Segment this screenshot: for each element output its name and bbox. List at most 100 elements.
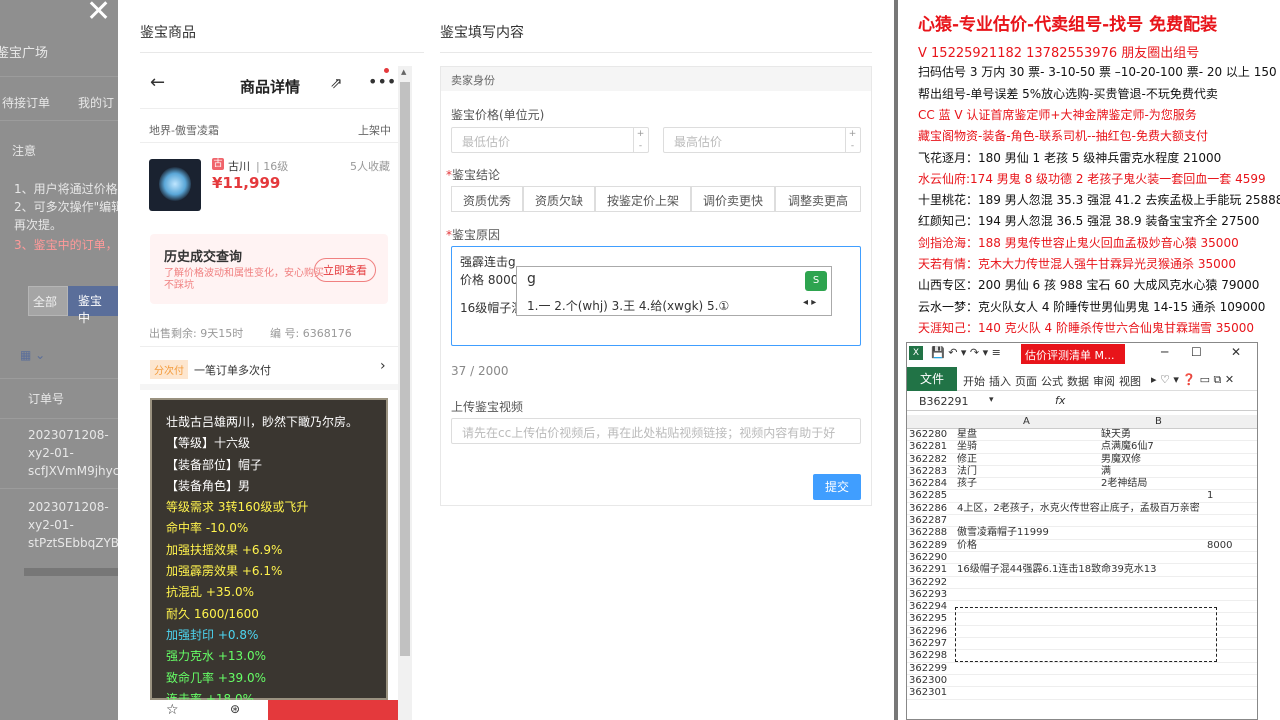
cell-b[interactable]: 男魔双修 [1101, 454, 1141, 466]
filter-all-button[interactable]: 全部 [28, 286, 68, 316]
row-number[interactable]: 362283 [909, 466, 953, 478]
file-tab[interactable]: 文件 [907, 367, 957, 391]
row-number[interactable]: 362282 [909, 454, 953, 466]
horizontal-scrollbar[interactable] [24, 568, 118, 576]
table-row[interactable]: 362282 修正 男魔双修 [907, 454, 1257, 466]
tab-pending-orders[interactable]: 待接订单 [2, 94, 50, 111]
video-link-input[interactable]: 请先在cc上传估价视频后，再在此处粘贴视频链接；视频内容有助于好 [451, 418, 861, 444]
max-price-stepper[interactable]: + - [845, 128, 859, 152]
share-icon[interactable]: ⇗ [330, 74, 343, 92]
option-lacking[interactable]: 资质欠缺 [523, 186, 595, 212]
item-image[interactable] [149, 159, 201, 211]
option-sell-higher[interactable]: 调整卖更高 [775, 186, 861, 212]
row-number[interactable]: 362301 [909, 687, 953, 699]
row-number[interactable]: 362300 [909, 675, 953, 687]
cell-a[interactable]: 孩子 [957, 478, 977, 490]
table-row[interactable]: 362290 [907, 552, 1257, 565]
submit-button[interactable]: 提交 [813, 474, 861, 500]
spreadsheet-grid[interactable]: A B 362280 星盘 缺天勇 362281 坐骑 点满魔6仙7 362282 修正 男魔双… [907, 415, 1257, 700]
close-icon[interactable]: ✕ [86, 0, 111, 29]
row-number[interactable]: 362294 [909, 601, 953, 613]
table-row[interactable]: 362291 16级帽子混44强霹6.1连击18致命39克水13 [907, 564, 1257, 577]
min-price-input[interactable]: 最低估价 [451, 127, 649, 153]
cell-a[interactable]: 星盘 [957, 429, 977, 441]
row-number[interactable]: 362281 [909, 441, 953, 453]
menu-review[interactable]: 审阅 [1093, 373, 1115, 389]
fx-icon[interactable]: fx [1055, 394, 1065, 407]
cell-b[interactable]: 8000 [1207, 540, 1232, 552]
minimize-icon[interactable]: ─ [1161, 345, 1168, 359]
table-row[interactable]: 362286 4上区，2老孩子，水克火传世容止底子，孟极百万亲密 [907, 503, 1257, 516]
table-row[interactable]: 362292 [907, 577, 1257, 589]
table-row[interactable]: 362288 傲雪凌霜帽子11999 [907, 527, 1257, 540]
cell-b[interactable]: 点满魔6仙7 [1101, 441, 1154, 453]
price-alert-icon[interactable]: ⊛ [230, 702, 240, 716]
row-number[interactable]: 362296 [909, 626, 953, 638]
quick-access-icons[interactable]: 💾 ↶ ▾ ↷ ▾ ≡ [931, 346, 1001, 359]
cell-a[interactable]: 法门 [957, 466, 977, 478]
filter-active-button[interactable]: 鉴宝中 [68, 286, 118, 325]
table-row[interactable]: 362281 坐骑 点满魔6仙7 [907, 441, 1257, 454]
row-number[interactable]: 362299 [909, 663, 953, 675]
max-price-input[interactable]: 最高估价 [663, 127, 861, 153]
preview-scrollbar-thumb[interactable] [400, 82, 410, 656]
cell-b[interactable]: 2老神结局 [1101, 478, 1147, 490]
back-arrow-icon[interactable]: ← [150, 72, 165, 93]
more-icon[interactable]: ••• [368, 72, 396, 91]
row-number[interactable]: 362298 [909, 650, 953, 662]
row-number[interactable]: 362292 [909, 577, 953, 589]
row-number[interactable]: 362291 [909, 564, 953, 576]
row-number[interactable]: 362285 [909, 490, 953, 502]
order-2-line-c[interactable]: stPztSEbbqZYB [28, 536, 119, 550]
grid-view-icon[interactable]: ▦ ⌄ [20, 348, 45, 362]
row-number[interactable]: 362286 [909, 503, 953, 515]
min-price-stepper[interactable]: + - [633, 128, 647, 152]
table-row[interactable]: 362300 [907, 675, 1257, 688]
menu-data[interactable]: 数据 [1067, 373, 1089, 389]
column-a-header[interactable]: A [1023, 416, 1030, 427]
price-history-card[interactable]: 历史成交查询 了解价格波动和属性变化，安心购买不踩坑 立即查看 [150, 234, 388, 304]
row-number[interactable]: 362288 [909, 527, 953, 539]
ime-candidates[interactable]: 1.一 2.个(whj) 3.王 4.给(xwgk) 5.① [527, 297, 729, 314]
cell-a[interactable]: 16级帽子混44强霹6.1连击18致命39克水13 [957, 564, 1157, 576]
menu-view[interactable]: 视图 [1119, 373, 1141, 389]
favorite-star-icon[interactable]: ☆ [166, 702, 179, 718]
row-number[interactable]: 362280 [909, 429, 953, 441]
cell-a[interactable]: 价格 [957, 540, 977, 552]
row-number[interactable]: 362289 [909, 540, 953, 552]
table-row[interactable]: 362285 1 [907, 490, 1257, 503]
table-row[interactable]: 362289 价格 8000 [907, 540, 1257, 552]
tab-my-orders[interactable]: 我的订 [78, 94, 114, 111]
table-row[interactable]: 362283 法门 满 [907, 466, 1257, 479]
menu-page[interactable]: 页面 [1015, 373, 1037, 389]
column-b-header[interactable]: B [1155, 416, 1162, 427]
scroll-up-icon[interactable]: ▲ [401, 68, 406, 76]
ime-page-arrows-icon[interactable]: ◂ ▸ [803, 297, 816, 308]
table-row[interactable]: 362280 星盘 缺天勇 [907, 429, 1257, 442]
table-row[interactable]: 362299 [907, 663, 1257, 675]
option-excellent[interactable]: 资质优秀 [451, 186, 523, 212]
cell-a[interactable]: 傲雪凌霜帽子11999 [957, 527, 1049, 539]
row-number[interactable]: 362293 [909, 589, 953, 601]
ribbon-more-icon[interactable]: ▸ ♡ ▾ ❓ ▭ ⧉ ✕ [1151, 373, 1234, 387]
cell-a[interactable]: 修正 [957, 454, 977, 466]
menu-insert[interactable]: 插入 [989, 373, 1011, 389]
row-number[interactable]: 362295 [909, 613, 953, 625]
buy-button[interactable] [268, 700, 398, 720]
row-number[interactable]: 362297 [909, 638, 953, 650]
table-row[interactable]: 362293 [907, 589, 1257, 602]
cell-reference-box[interactable]: B362291 [919, 395, 969, 408]
option-list-at-appraised[interactable]: 按鉴定价上架 [595, 186, 691, 212]
menu-formula[interactable]: 公式 [1041, 373, 1063, 389]
row-number[interactable]: 362287 [909, 515, 953, 527]
cell-b[interactable]: 满 [1101, 466, 1111, 478]
cell-a[interactable]: 4上区，2老孩子，水克火传世容止底子，孟极百万亲密 [957, 503, 1200, 515]
menu-home[interactable]: 开始 [963, 373, 985, 389]
table-row[interactable]: 362287 [907, 515, 1257, 528]
close-window-icon[interactable]: ✕ [1231, 345, 1241, 359]
order-1-line-c[interactable]: scfJXVmM9jhyc [28, 464, 119, 478]
row-number[interactable]: 362290 [909, 552, 953, 564]
cell-b[interactable]: 1 [1207, 490, 1213, 502]
table-row[interactable]: 362301 [907, 687, 1257, 700]
cell-a[interactable]: 坐骑 [957, 441, 977, 453]
